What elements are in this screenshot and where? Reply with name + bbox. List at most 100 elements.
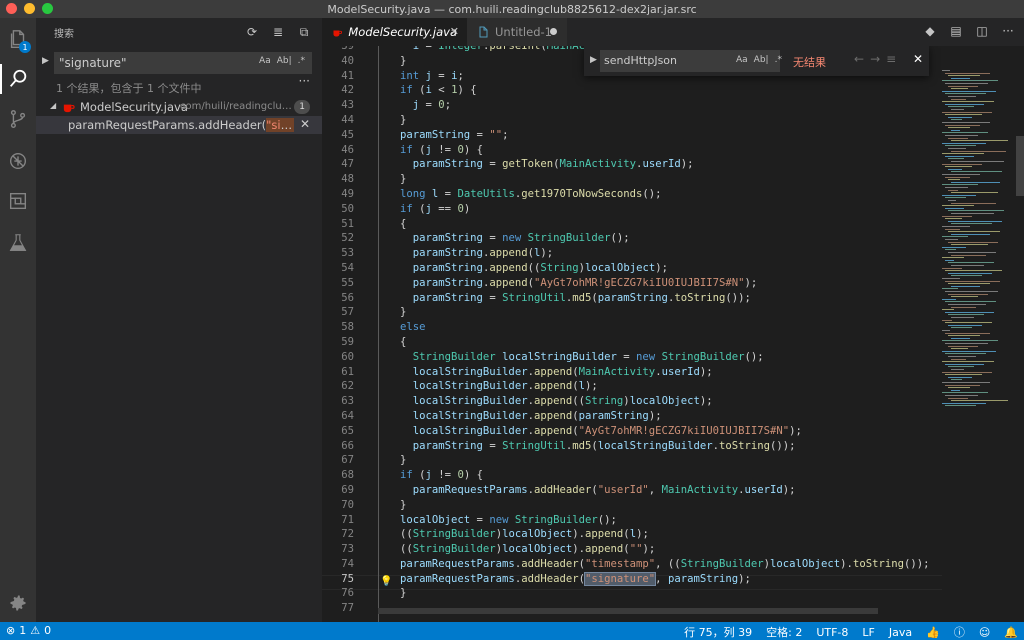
- code-line[interactable]: 50 if (j == 0): [322, 202, 942, 217]
- toggle-replace-icon[interactable]: ▶: [590, 55, 597, 65]
- explorer-button[interactable]: 1: [0, 20, 36, 58]
- line-source: StringBuilder localStringBuilder = new S…: [412, 350, 764, 363]
- extensions-button[interactable]: [0, 182, 36, 220]
- test-button[interactable]: [0, 224, 36, 262]
- code-line[interactable]: 66 paramString = StringUtil.md5(localStr…: [322, 439, 942, 454]
- code-line[interactable]: 62 localStringBuilder.append(l);: [322, 379, 942, 394]
- refresh-icon[interactable]: ⟳: [244, 24, 260, 40]
- search-view-button[interactable]: [0, 60, 36, 98]
- code-editor[interactable]: 39 i = Integer.parseInt(MainAct 40} 41 int …: [322, 46, 1024, 622]
- code-line[interactable]: 74 paramRequestParams.addHeader("timestam…: [322, 557, 942, 572]
- regex-icon[interactable]: .*: [298, 56, 305, 66]
- more-actions-icon[interactable]: ···: [1000, 23, 1016, 39]
- thumbs-up-icon[interactable]: 👍: [926, 626, 940, 639]
- result-match-row[interactable]: paramRequestParams.addHeader("signatur..…: [36, 116, 322, 134]
- tab-modelsecurity[interactable]: ModelSecurity.java ✕: [322, 18, 467, 46]
- code-line[interactable]: 63 localStringBuilder.append((String)loc…: [322, 394, 942, 409]
- minimap[interactable]: [938, 46, 1016, 446]
- debug-button[interactable]: [0, 142, 36, 180]
- maximize-window-button[interactable]: [42, 3, 53, 14]
- open-preview-icon[interactable]: ▤: [948, 23, 964, 39]
- code-line[interactable]: 60 StringBuilder localStringBuilder = ne…: [322, 350, 942, 365]
- code-line[interactable]: 71 localObject = new StringBuilder();: [322, 513, 942, 528]
- code-line[interactable]: 53 paramString.append(l);: [322, 246, 942, 261]
- code-line[interactable]: 65 localStringBuilder.append("AyGt7ohMR!…: [322, 424, 942, 439]
- unsaved-dot-icon[interactable]: [550, 28, 557, 35]
- git-compare-icon[interactable]: ◆: [922, 23, 938, 39]
- info-icon[interactable]: ⓘ: [954, 624, 965, 640]
- dismiss-match-icon[interactable]: ✕: [300, 117, 310, 131]
- code-line[interactable]: 51 {: [322, 217, 942, 232]
- close-tab-icon[interactable]: ✕: [450, 25, 459, 38]
- error-count[interactable]: 1: [19, 624, 26, 637]
- code-line[interactable]: 73 ((StringBuilder)localObject).append(""…: [322, 542, 942, 557]
- clear-results-icon[interactable]: ≣: [270, 24, 286, 40]
- result-file-row[interactable]: ◢ ModelSecurity.java com/huili/readingcl…: [36, 98, 322, 116]
- code-line[interactable]: 59 {: [322, 335, 942, 350]
- match-case-icon[interactable]: Aa: [259, 56, 271, 66]
- code-line[interactable]: 45 paramString = "";: [322, 128, 942, 143]
- match-word-icon[interactable]: Ab|: [277, 56, 292, 66]
- code-line[interactable]: 48}: [322, 172, 942, 187]
- code-line[interactable]: 46 if (j != 0) {: [322, 143, 942, 158]
- code-line[interactable]: 55 paramString.append("AyGt7ohMR!gECZG7k…: [322, 276, 942, 291]
- settings-button[interactable]: [0, 584, 36, 622]
- find-in-selection-icon[interactable]: ≡: [886, 52, 896, 66]
- line-source: }: [400, 173, 407, 186]
- tab-label: Untitled-1: [495, 25, 552, 39]
- code-line[interactable]: 72 ((StringBuilder)localObject).append(l)…: [322, 527, 942, 542]
- language-mode[interactable]: Java: [889, 626, 912, 639]
- horizontal-scrollbar[interactable]: [378, 608, 878, 614]
- line-source: paramString.append((String)localObject);: [412, 261, 668, 274]
- chevron-down-icon[interactable]: ◢: [50, 101, 56, 110]
- lightbulb-icon[interactable]: 💡: [380, 576, 392, 587]
- line-ending[interactable]: LF: [862, 626, 874, 639]
- match-case-icon[interactable]: Aa: [736, 55, 748, 65]
- code-line[interactable]: 58 else: [322, 320, 942, 335]
- code-line[interactable]: 67}: [322, 453, 942, 468]
- smiley-icon[interactable]: ☺: [979, 626, 990, 639]
- more-options-icon[interactable]: ···: [299, 74, 310, 88]
- minimap-line: [951, 192, 998, 194]
- code-line[interactable]: 49 long l = DateUtils.get1970ToNowSeconds…: [322, 187, 942, 202]
- code-line[interactable]: 69 paramRequestParams.addHeader("userId"…: [322, 483, 942, 498]
- code-line[interactable]: 61 localStringBuilder.append(MainActivit…: [322, 365, 942, 380]
- close-window-button[interactable]: [6, 3, 17, 14]
- split-editor-icon[interactable]: ◫: [974, 23, 990, 39]
- code-line[interactable]: 44}: [322, 113, 942, 128]
- code-line[interactable]: 70}: [322, 498, 942, 513]
- code-line[interactable]: 57}: [322, 305, 942, 320]
- bell-icon[interactable]: 🔔: [1004, 626, 1018, 639]
- next-match-icon[interactable]: →: [870, 52, 880, 66]
- code-line[interactable]: 64 localStringBuilder.append(paramString…: [322, 409, 942, 424]
- code-line[interactable]: 43 j = 0;: [322, 98, 942, 113]
- error-icon[interactable]: ⊗: [6, 624, 15, 637]
- tab-untitled-1[interactable]: Untitled-1: [467, 18, 567, 46]
- code-line[interactable]: 56 paramString = StringUtil.md5(paramStr…: [322, 291, 942, 306]
- warning-count[interactable]: 0: [44, 624, 51, 637]
- encoding[interactable]: UTF-8: [816, 626, 848, 639]
- source-control-button[interactable]: [0, 100, 36, 138]
- close-find-icon[interactable]: ✕: [913, 52, 923, 66]
- match-word-icon[interactable]: Ab|: [754, 55, 769, 65]
- regex-icon[interactable]: .*: [775, 55, 782, 65]
- previous-match-icon[interactable]: ←: [854, 52, 864, 66]
- code-line[interactable]: 52 paramString = new StringBuilder();: [322, 231, 942, 246]
- search-input[interactable]: "signature" Aa Ab| .*: [54, 52, 312, 74]
- minimize-window-button[interactable]: [24, 3, 35, 14]
- collapse-all-icon[interactable]: ⧉: [296, 24, 312, 40]
- toggle-replace-icon[interactable]: ▶: [42, 56, 49, 66]
- code-line[interactable]: 47 paramString = getToken(MainActivity.u…: [322, 157, 942, 172]
- code-line[interactable]: 42 if (i < 1) {: [322, 83, 942, 98]
- line-source: }: [400, 54, 407, 67]
- code-line[interactable]: 75 paramRequestParams.addHeader("signatur…: [322, 571, 942, 587]
- code-line[interactable]: 54 paramString.append((String)localObjec…: [322, 261, 942, 276]
- warning-icon[interactable]: ⚠: [30, 624, 40, 637]
- indentation[interactable]: 空格: 2: [766, 624, 802, 640]
- cursor-position[interactable]: 行 75，列 39: [684, 624, 752, 640]
- vertical-scrollbar[interactable]: [1016, 136, 1024, 196]
- code-line[interactable]: 68 if (j != 0) {: [322, 468, 942, 483]
- minimap-line: [951, 327, 972, 329]
- code-line[interactable]: 76}: [322, 586, 942, 601]
- minimap-line: [945, 135, 978, 136]
